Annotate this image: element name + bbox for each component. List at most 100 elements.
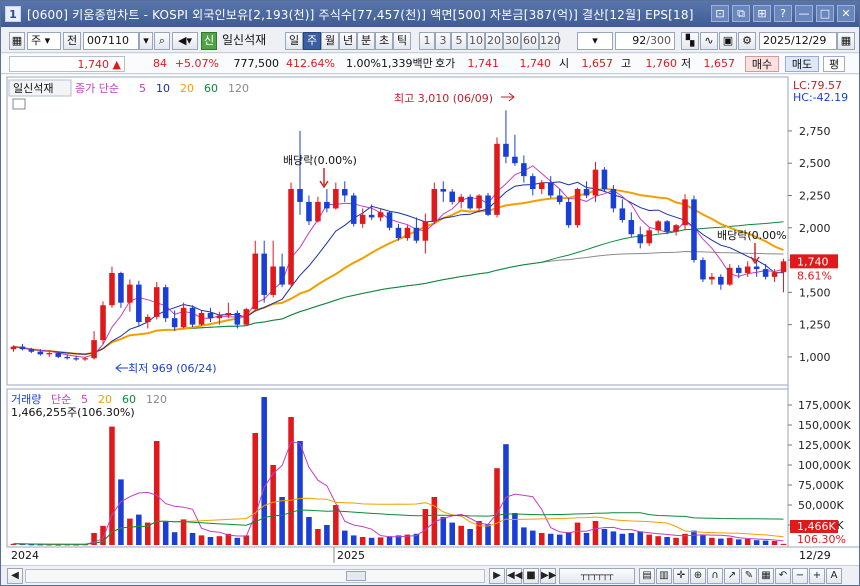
- candle[interactable]: [180, 307, 187, 328]
- period-tab[interactable]: 일: [285, 32, 303, 50]
- volume-bar[interactable]: [243, 535, 250, 545]
- chart-area[interactable]: 1,0001,2501,5001,7502,0002,2502,5002,750…: [1, 75, 859, 565]
- volume-bar[interactable]: [512, 513, 518, 545]
- candle[interactable]: [610, 189, 617, 209]
- candle[interactable]: [458, 196, 464, 202]
- candle[interactable]: [691, 199, 697, 261]
- candle[interactable]: [727, 267, 733, 285]
- volume-bar[interactable]: [234, 537, 241, 545]
- candle[interactable]: [664, 221, 670, 232]
- stock-dropdown-icon[interactable]: ▾: [139, 32, 153, 50]
- candle[interactable]: [619, 208, 626, 221]
- candle[interactable]: [744, 266, 751, 273]
- volume-bar[interactable]: [530, 530, 536, 545]
- volume-bar[interactable]: [306, 517, 312, 545]
- candle[interactable]: [485, 195, 491, 215]
- candle[interactable]: [279, 266, 285, 285]
- eval-button[interactable]: 평: [823, 56, 845, 72]
- layout-icon[interactable]: ▤: [639, 568, 655, 584]
- volume-bar[interactable]: [350, 535, 357, 545]
- copy-window-icon[interactable]: ⧉: [732, 5, 750, 22]
- interval-button[interactable]: 120: [539, 32, 561, 50]
- volume-bar[interactable]: [162, 521, 169, 545]
- candle[interactable]: [762, 269, 769, 277]
- candle[interactable]: [753, 266, 760, 270]
- candle[interactable]: [530, 176, 536, 190]
- candle[interactable]: [342, 189, 348, 196]
- title-bar[interactable]: 1 [0600] 키움종합차트 - KOSPI 외국인보유[2,193(천)] …: [1, 1, 859, 27]
- candle[interactable]: [718, 276, 724, 285]
- volume-bar[interactable]: [118, 479, 124, 545]
- volume-bar[interactable]: [261, 397, 267, 545]
- candle[interactable]: [512, 156, 518, 164]
- candle[interactable]: [440, 189, 447, 192]
- candle[interactable]: [127, 284, 133, 303]
- interval-select[interactable]: ▾: [577, 32, 613, 50]
- volume-bar[interactable]: [109, 426, 115, 545]
- candle[interactable]: [628, 220, 635, 235]
- candle[interactable]: [64, 356, 70, 359]
- indicator-icon[interactable]: ∿: [700, 32, 718, 50]
- panel-menu-icon[interactable]: [12, 98, 26, 110]
- candle[interactable]: [10, 346, 17, 350]
- period-tab[interactable]: 분: [357, 32, 375, 50]
- minus-icon[interactable]: −: [792, 568, 808, 584]
- volume-bar[interactable]: [556, 534, 563, 545]
- volume-bar[interactable]: [762, 540, 769, 545]
- volume-bar[interactable]: [377, 537, 384, 545]
- volume-bar[interactable]: [718, 538, 724, 545]
- candle[interactable]: [601, 169, 608, 190]
- volume-bar[interactable]: [709, 537, 715, 545]
- volume-bar[interactable]: [440, 517, 447, 545]
- candle[interactable]: [207, 313, 214, 319]
- candle[interactable]: [350, 195, 357, 224]
- volume-bar[interactable]: [297, 441, 303, 545]
- volume-bar[interactable]: [153, 441, 160, 545]
- volume-bar[interactable]: [198, 535, 205, 545]
- step-forward-icon[interactable]: ▶▶: [540, 568, 556, 584]
- candle[interactable]: [216, 315, 223, 319]
- search-icon[interactable]: ⌕: [154, 32, 170, 50]
- candle[interactable]: [422, 221, 429, 241]
- pin-icon[interactable]: ⊡: [711, 5, 729, 22]
- volume-bar[interactable]: [538, 533, 545, 545]
- candle[interactable]: [574, 189, 581, 226]
- candle[interactable]: [583, 189, 590, 196]
- candle[interactable]: [709, 276, 715, 280]
- scroll-track[interactable]: [25, 569, 485, 583]
- volume-bar[interactable]: [592, 521, 599, 545]
- calendar-icon[interactable]: ▦: [837, 32, 855, 50]
- candle[interactable]: [171, 318, 178, 328]
- volume-bar[interactable]: [342, 530, 348, 545]
- volume-bar[interactable]: [735, 539, 742, 545]
- help-icon[interactable]: ?: [774, 5, 792, 22]
- volume-bar[interactable]: [467, 529, 473, 545]
- volume-bar[interactable]: [180, 519, 187, 545]
- candle[interactable]: [476, 195, 482, 209]
- candle[interactable]: [118, 272, 124, 303]
- volume-bar[interactable]: [127, 518, 133, 545]
- candle[interactable]: [37, 351, 44, 355]
- candle[interactable]: [297, 189, 303, 202]
- grid-icon[interactable]: ▦: [9, 32, 25, 50]
- volume-bar[interactable]: [646, 534, 652, 545]
- candle[interactable]: [780, 261, 787, 273]
- undo-icon[interactable]: ↶: [775, 568, 791, 584]
- volume-bar[interactable]: [583, 533, 590, 545]
- candle[interactable]: [431, 189, 438, 222]
- candle[interactable]: [333, 189, 339, 209]
- volume-bar[interactable]: [637, 531, 644, 545]
- volume-bar[interactable]: [744, 539, 751, 545]
- volume-bar[interactable]: [691, 530, 697, 545]
- candle[interactable]: [655, 221, 661, 231]
- candle[interactable]: [404, 227, 411, 239]
- volume-bar[interactable]: [136, 514, 142, 545]
- volume-bar[interactable]: [565, 532, 572, 545]
- volume-bar[interactable]: [771, 541, 778, 545]
- date-field[interactable]: 2025/12/29: [759, 32, 837, 50]
- plus-icon[interactable]: +: [809, 568, 825, 584]
- crosshair-icon[interactable]: ✛: [673, 568, 689, 584]
- period-tab[interactable]: 초: [375, 32, 393, 50]
- volume-bar[interactable]: [315, 529, 321, 545]
- zoom-slider[interactable]: ┬┬┬┬┬┬: [559, 568, 635, 584]
